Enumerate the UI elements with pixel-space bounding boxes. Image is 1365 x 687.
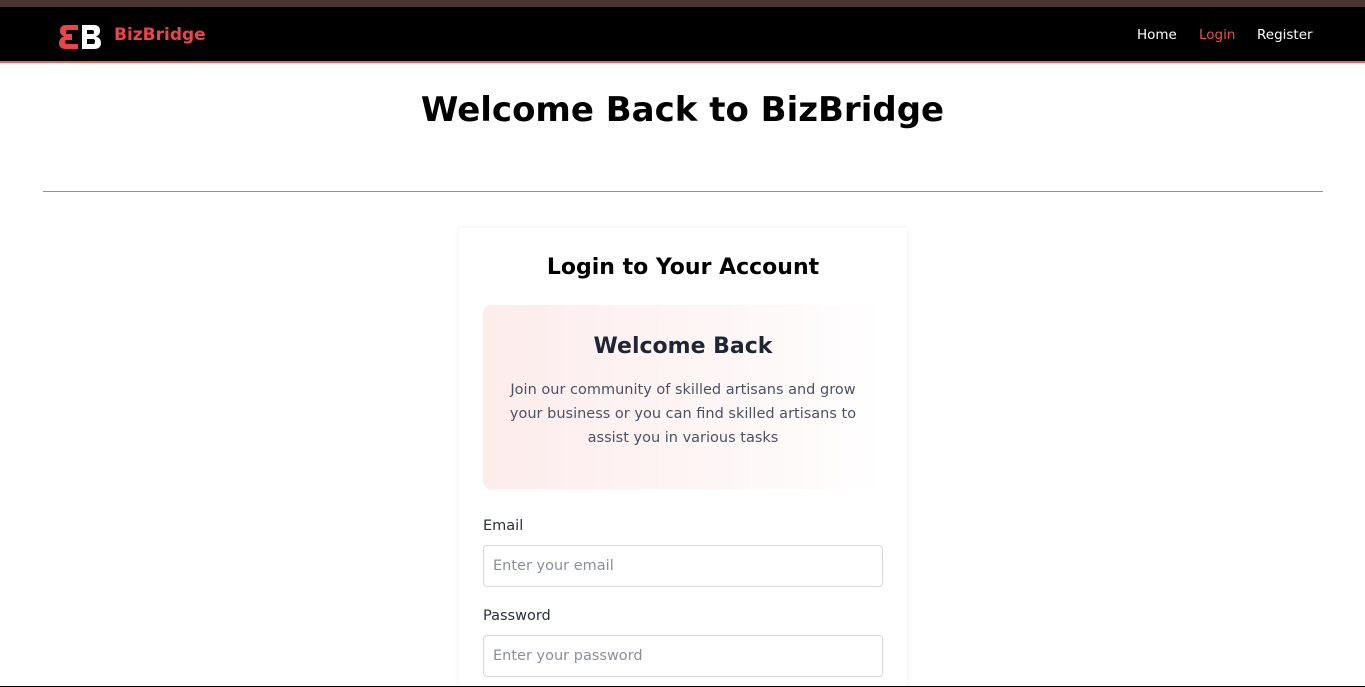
email-label: Email	[483, 518, 524, 534]
top-strip	[0, 0, 1365, 7]
bizbridge-logo[interactable]	[58, 23, 104, 51]
email-input[interactable]	[483, 545, 883, 587]
password-label: Password	[483, 608, 551, 624]
welcome-heading: Welcome Back	[593, 334, 773, 359]
nav-link-login[interactable]: Login	[1199, 27, 1235, 43]
section-divider	[43, 191, 1323, 192]
navbar: BizBridge Home Login Register	[0, 7, 1365, 63]
page-title: Welcome Back to BizBridge	[420, 90, 945, 130]
nav-link-register[interactable]: Register	[1257, 27, 1313, 43]
login-card: Login to Your Account Welcome Back Join …	[459, 228, 907, 687]
brand-name[interactable]: BizBridge	[114, 25, 206, 45]
nav-link-home[interactable]: Home	[1137, 27, 1177, 43]
login-card-title: Login to Your Account	[546, 255, 820, 280]
welcome-banner: Welcome Back Join our community of skill…	[483, 305, 883, 489]
password-input[interactable]	[483, 635, 883, 677]
welcome-description: Join our community of skilled artisans a…	[509, 382, 857, 446]
